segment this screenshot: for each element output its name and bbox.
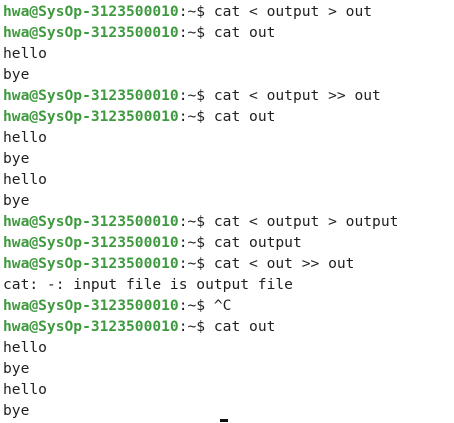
- prompt-line: hwa@SysOp-3123500010:~$ cat out: [3, 316, 454, 337]
- output-text: hello: [3, 129, 47, 146]
- command-text: ^C: [213, 297, 232, 314]
- output-line: bye: [3, 358, 454, 379]
- output-text: bye: [3, 360, 30, 377]
- output-line: hello: [3, 337, 454, 358]
- command-text: cat < output >> out: [213, 87, 381, 104]
- output-line: bye: [3, 64, 454, 85]
- prompt-line: hwa@SysOp-3123500010:~$ cat < output > o…: [3, 1, 454, 22]
- output-line: bye: [3, 400, 454, 421]
- prompt-line: hwa@SysOp-3123500010:~$ cat out: [3, 22, 454, 43]
- prompt-path: :~$: [178, 3, 214, 20]
- prompt-user-host: hwa@SysOp-3123500010: [3, 234, 179, 251]
- output-line: cat: -: input file is output file: [3, 274, 454, 295]
- prompt-path: :~$: [178, 24, 214, 41]
- prompt-user-host: hwa@SysOp-3123500010: [3, 255, 179, 272]
- output-line: bye: [3, 148, 454, 169]
- output-line: bye: [3, 190, 454, 211]
- prompt-line: hwa@SysOp-3123500010:~$ cat < out >> out: [3, 253, 454, 274]
- output-text: hello: [3, 381, 47, 398]
- prompt-path: :~$: [178, 108, 214, 125]
- prompt-user-host: hwa@SysOp-3123500010: [3, 318, 179, 335]
- output-text: bye: [3, 192, 30, 209]
- prompt-line: hwa@SysOp-3123500010:~$ cat < output >> …: [3, 85, 454, 106]
- prompt-line: hwa@SysOp-3123500010:~$ cat output: [3, 232, 454, 253]
- terminal-window[interactable]: hwa@SysOp-3123500010:~$ cat < output > o…: [0, 0, 454, 423]
- command-text: cat out: [213, 108, 276, 125]
- output-text: hello: [3, 339, 47, 356]
- output-text: bye: [3, 66, 30, 83]
- output-line: hello: [3, 127, 454, 148]
- output-text: bye: [3, 402, 30, 419]
- prompt-path: :~$: [178, 318, 214, 335]
- command-text: cat out: [213, 24, 276, 41]
- output-text: bye: [3, 150, 30, 167]
- command-text: cat out: [213, 318, 276, 335]
- output-line: hello: [3, 379, 454, 400]
- output-text: hello: [3, 45, 47, 62]
- output-text: hello: [3, 171, 47, 188]
- prompt-line: hwa@SysOp-3123500010:~$ cat < output > o…: [3, 211, 454, 232]
- command-text: cat output: [213, 234, 302, 251]
- output-line: hello: [3, 169, 454, 190]
- prompt-path: :~$: [178, 234, 214, 251]
- prompt-line: hwa@SysOp-3123500010:~$ ^C: [3, 295, 454, 316]
- prompt-user-host: hwa@SysOp-3123500010: [3, 24, 179, 41]
- prompt-user-host: hwa@SysOp-3123500010: [3, 297, 179, 314]
- prompt-user-host: hwa@SysOp-3123500010: [3, 108, 179, 125]
- command-text: cat < output > out: [213, 3, 373, 20]
- prompt-line: hwa@SysOp-3123500010:~$ cat out: [3, 106, 454, 127]
- output-text: cat: -: input file is output file: [3, 276, 293, 293]
- prompt-path: :~$: [178, 297, 214, 314]
- text-cursor: [220, 419, 228, 422]
- prompt-user-host: hwa@SysOp-3123500010: [3, 3, 179, 20]
- prompt-path: :~$: [178, 213, 214, 230]
- command-text: cat < output > output: [213, 213, 399, 230]
- prompt-user-host: hwa@SysOp-3123500010: [3, 87, 179, 104]
- prompt-path: :~$: [178, 255, 214, 272]
- output-line: hello: [3, 43, 454, 64]
- prompt-path: :~$: [178, 87, 214, 104]
- command-text: cat < out >> out: [213, 255, 355, 272]
- prompt-user-host: hwa@SysOp-3123500010: [3, 213, 179, 230]
